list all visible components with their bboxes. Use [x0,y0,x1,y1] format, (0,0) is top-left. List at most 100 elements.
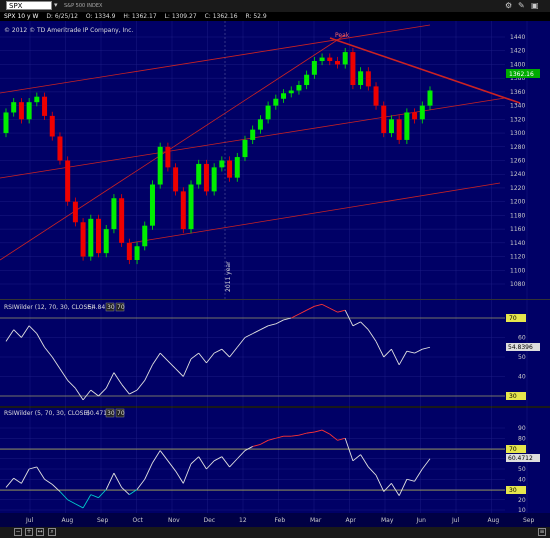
rsi-tick-label: 40 [518,476,526,483]
candle-body [157,146,163,185]
candle-body [342,52,348,65]
candle-body [427,90,433,106]
candle-body [211,167,217,192]
rsi2-title: RSIWilder (5, 70, 30, CLOSE) [4,410,90,417]
rsi1-value: 54.84 [88,304,105,311]
candle-body [242,139,248,158]
rsi1-title: RSIWilder (12, 70, 30, CLOSE) [4,304,93,311]
candle-body [350,52,356,86]
candle-body [412,112,418,120]
time-tick-label: Apr [346,517,357,524]
candle-body [273,98,279,106]
bottom-toolbar: − + ↔ ⌕ ≡ [0,527,550,538]
candle-body [72,201,78,223]
price-tick-label: 1200 [510,199,525,206]
price-tick-label: 1440 [510,34,525,41]
time-tick-label: Dec [204,517,216,524]
rsi1-ob-label: 30 [107,304,115,311]
rsi-tick-label: 60 [518,335,526,342]
price-tick-label: 1320 [510,116,525,123]
price-tick-label: 1140 [510,240,525,247]
magnify-icon[interactable]: ⌕ [48,528,56,536]
rsi2-panel-bg [0,408,505,513]
rsi1-70-label: 70 [509,315,517,322]
year-annotation: 2011 year [225,261,232,292]
thinkorswim-chart-window: SPX ▾ S&P 500 INDEX ⚙ ✎ ▣ SPX 10 y W D: … [0,0,550,538]
rsi-tick-label: 20 [518,497,526,504]
candle-body [126,242,132,260]
time-tick-label: Jul [25,517,34,524]
fit-icon[interactable]: ↔ [36,528,44,536]
candle-body [196,163,202,185]
time-tick-label: Feb [275,517,286,524]
price-tick-label: 1260 [510,158,525,165]
rsi-tick-label: 50 [518,466,526,473]
candle-body [319,57,325,62]
candle-body [396,119,402,140]
time-tick-label: May [381,517,394,524]
price-tick-label: 1280 [510,144,525,151]
time-tick-label: Mar [310,517,322,524]
price-tick-label: 1340 [510,103,525,110]
candle-body [373,86,379,106]
candle-body [296,85,302,91]
peak-annotation: Peak [335,32,350,39]
candle-body [3,112,9,134]
rsi2-30-label: 30 [509,487,517,494]
candle-body [49,115,55,137]
time-tick-label: Sep [523,517,535,524]
candle-body [134,246,140,260]
candle-body [111,198,117,230]
time-tick-label: Oct [133,517,144,524]
candle-body [188,184,194,230]
candle-body [288,90,294,94]
rsi1-os-label: 70 [117,304,125,311]
settings-icon[interactable]: ≡ [538,528,546,536]
price-tick-label: 1080 [510,281,525,288]
candle-body [96,218,102,254]
price-tick-label: 1220 [510,185,525,192]
candle-body [311,61,317,75]
rsi2-value-label: 60.4712 [508,455,533,462]
candle-body [265,105,271,120]
candle-body [419,105,425,120]
price-tick-label: 1180 [510,212,525,219]
rsi1-panel-bg [0,300,505,406]
candle-body [365,71,371,87]
candle-body [281,93,287,99]
time-tick-label: Jul [451,517,460,524]
price-tick-label: 1300 [510,130,525,137]
candle-body [42,96,48,116]
rsi2-axis: 908070605040302010 [518,425,526,514]
price-tick-label: 1420 [510,48,525,55]
rsi2-value: 60.471 [86,410,107,417]
candle-body [358,71,364,86]
candle-body [257,119,263,130]
candle-body [304,74,310,86]
candle-body [334,61,340,65]
candle-body [227,160,233,178]
candle-body [203,163,209,192]
time-tick-label: Nov [168,517,180,524]
price-tick-label: 1400 [510,61,525,68]
price-tick-label: 1100 [510,267,525,274]
candle-body [57,136,63,161]
time-tick-label: Aug [62,517,74,524]
candle-body [404,112,410,140]
time-axis: Jul Aug Sep Oct Nov Dec 12 Feb Mar Apr May Jun Jul Au… [25,517,535,524]
time-tick-label: Sep [97,517,109,524]
candle-body [18,102,24,120]
rsi2-os-label: 70 [117,410,125,417]
candle-body [80,222,86,257]
zoom-out-icon[interactable]: − [14,528,22,536]
rsi-tick-label: 10 [518,507,526,514]
rsi2-70-label: 70 [509,446,517,453]
candle-body [219,160,225,168]
zoom-in-icon[interactable]: + [25,528,33,536]
time-tick-label: 12 [239,517,247,524]
price-panel-bg [0,21,505,299]
price-tick-label: 1360 [510,89,525,96]
candle-body [149,184,155,226]
rsi2-ob-label: 30 [107,410,115,417]
chart-canvas[interactable]: © 2012 © TD Ameritrade IP Company, Inc. … [0,0,550,538]
